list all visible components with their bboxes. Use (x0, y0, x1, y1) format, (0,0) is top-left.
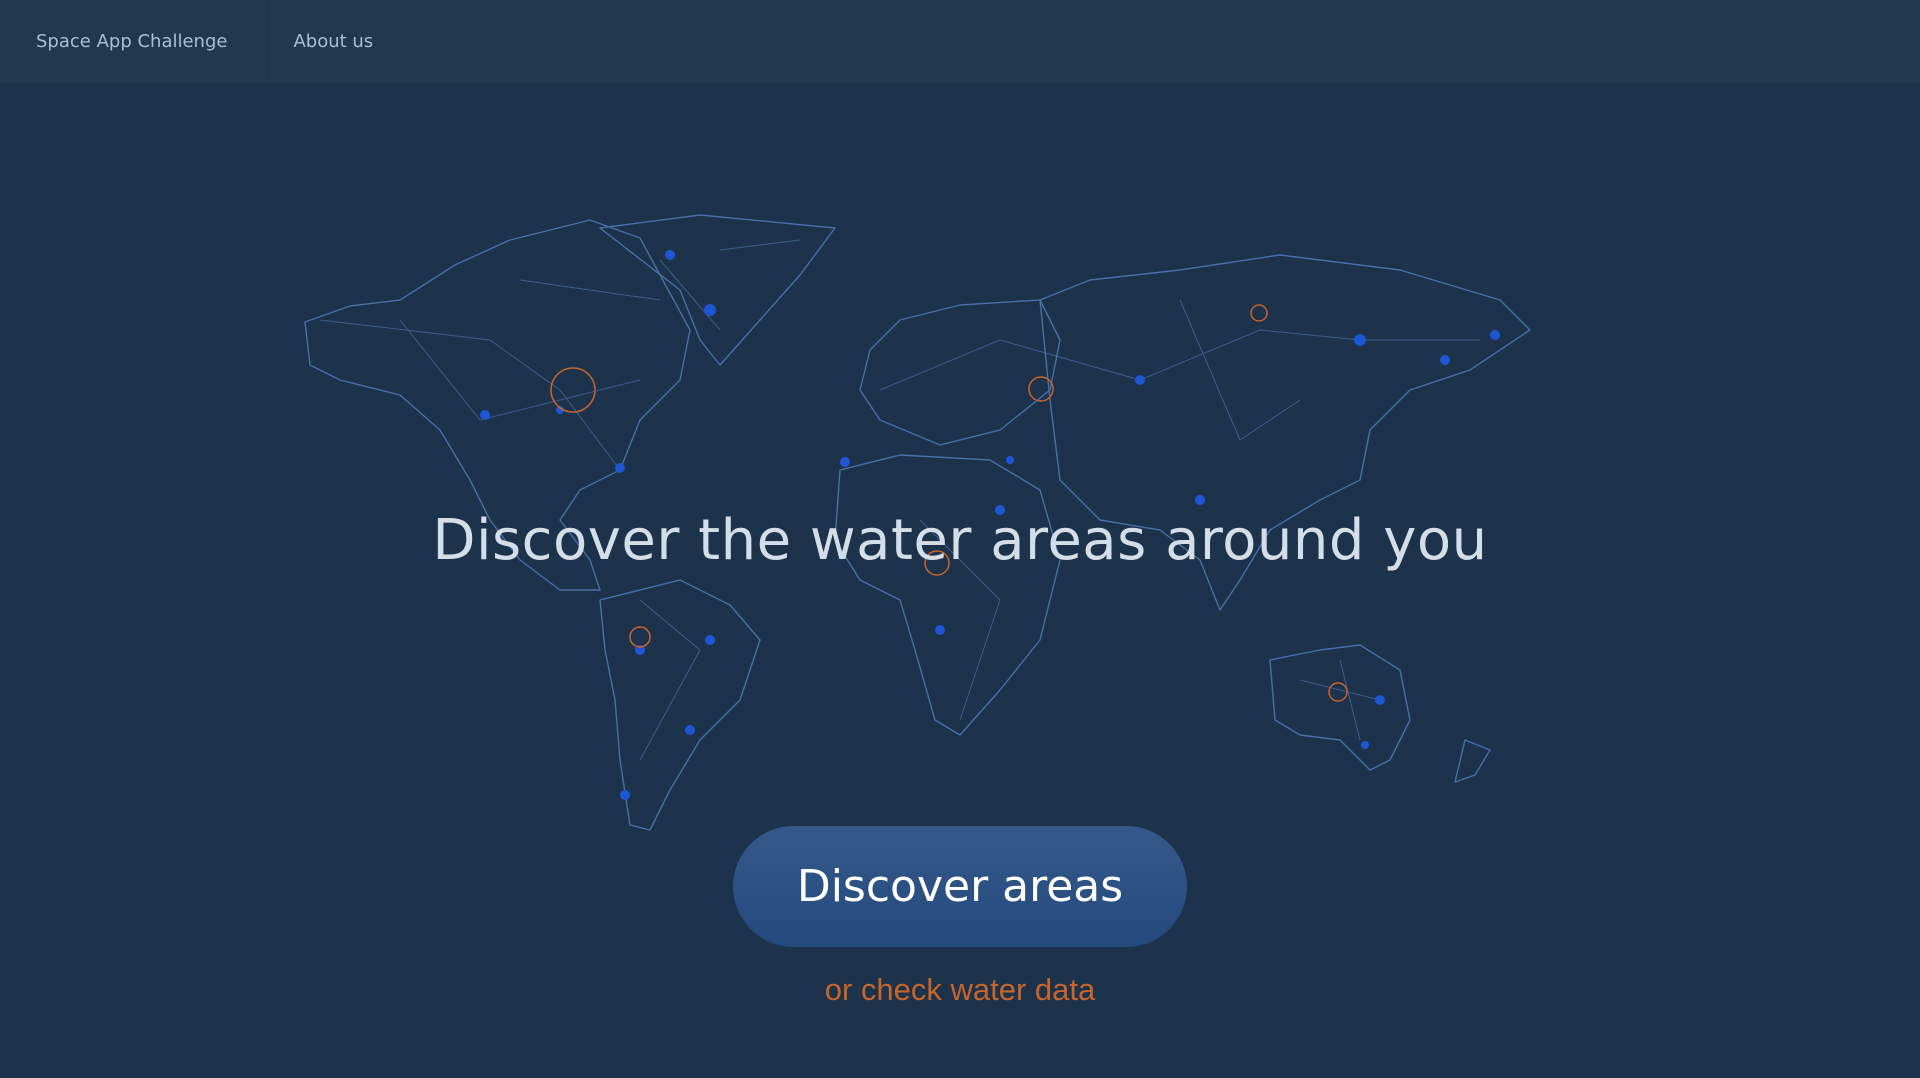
water-area-marker (550, 367, 596, 413)
hero-headline: Discover the water areas around you (432, 508, 1488, 573)
new-zealand-outline (1454, 739, 1491, 783)
check-water-data-link[interactable]: or check water data (0, 972, 1920, 1008)
europe-outline (859, 299, 1061, 446)
water-area-marker (1250, 304, 1268, 322)
water-area-marker (629, 626, 651, 648)
africa-outline (834, 454, 1061, 736)
discover-areas-button[interactable]: Discover areas (733, 826, 1187, 947)
greenland-outline (599, 214, 836, 366)
australia-outline (1269, 644, 1411, 771)
water-area-marker (1328, 682, 1348, 702)
